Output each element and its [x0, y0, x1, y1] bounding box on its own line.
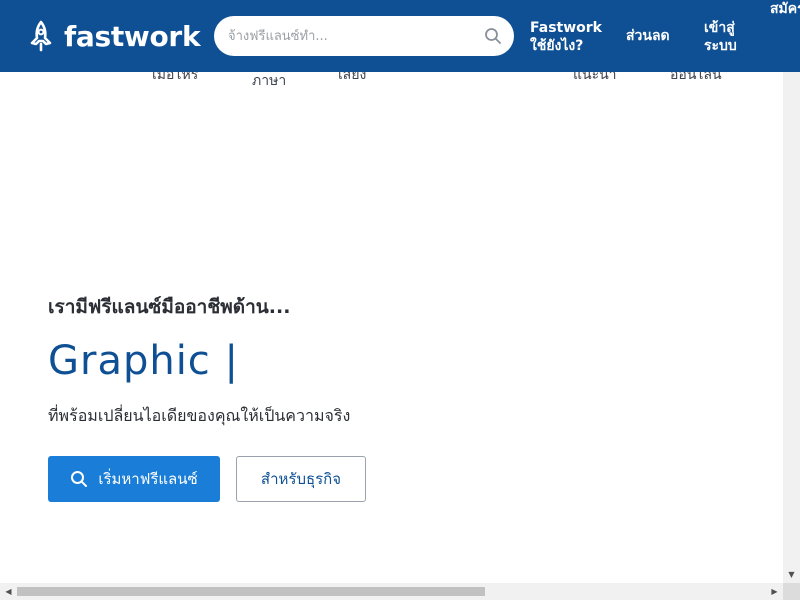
- scroll-down-arrow-icon[interactable]: ▼: [783, 566, 800, 583]
- scrollbar-corner: [783, 583, 800, 600]
- search-input[interactable]: [228, 28, 484, 44]
- find-freelancer-button[interactable]: เริ่มหาฟรีแลนซ์: [48, 456, 220, 502]
- hero-subtitle: ที่พร้อมเปลี่ยนไอเดียของคุณให้เป็นความจร…: [48, 406, 351, 425]
- brand-name: fastwork: [64, 19, 201, 53]
- horizontal-scrollbar-thumb[interactable]: [17, 587, 485, 596]
- hero-intro-text: เรามีฟรีแลนซ์มืออาชีพด้าน...: [48, 296, 291, 318]
- vertical-scrollbar[interactable]: ▼: [783, 0, 800, 583]
- brand-logo[interactable]: fastwork: [24, 19, 201, 53]
- find-freelancer-label: เริ่มหาฟรีแลนซ์: [98, 470, 198, 488]
- search-bar[interactable]: [214, 16, 514, 56]
- nav-signup[interactable]: สมัคร เป็น ฟรี แลน: [770, 0, 800, 18]
- nav-how-it-works[interactable]: Fastwork ใช้ยังไง?: [530, 19, 610, 55]
- scroll-right-arrow-icon[interactable]: ▶: [766, 583, 783, 600]
- search-icon: [71, 471, 88, 487]
- nav-login[interactable]: เข้าสู่ ระบบ: [704, 19, 752, 55]
- top-header: fastwork Fastwork ใช้ยังไง? ส่วนลด เข้าส…: [0, 0, 800, 72]
- fastwork-logo-icon: [30, 20, 52, 52]
- scroll-left-arrow-icon[interactable]: ◀: [0, 583, 17, 600]
- for-business-button[interactable]: สำหรับธุรกิจ: [236, 456, 366, 502]
- nav-discount[interactable]: ส่วนลด: [626, 27, 670, 45]
- horizontal-scrollbar[interactable]: ◀ ▶: [0, 583, 783, 600]
- search-icon[interactable]: [484, 27, 502, 45]
- subnav-item[interactable]: ภาษา: [252, 70, 286, 92]
- hero-skill-typewriter: Graphic |: [48, 338, 239, 384]
- for-business-label: สำหรับธุรกิจ: [260, 470, 342, 488]
